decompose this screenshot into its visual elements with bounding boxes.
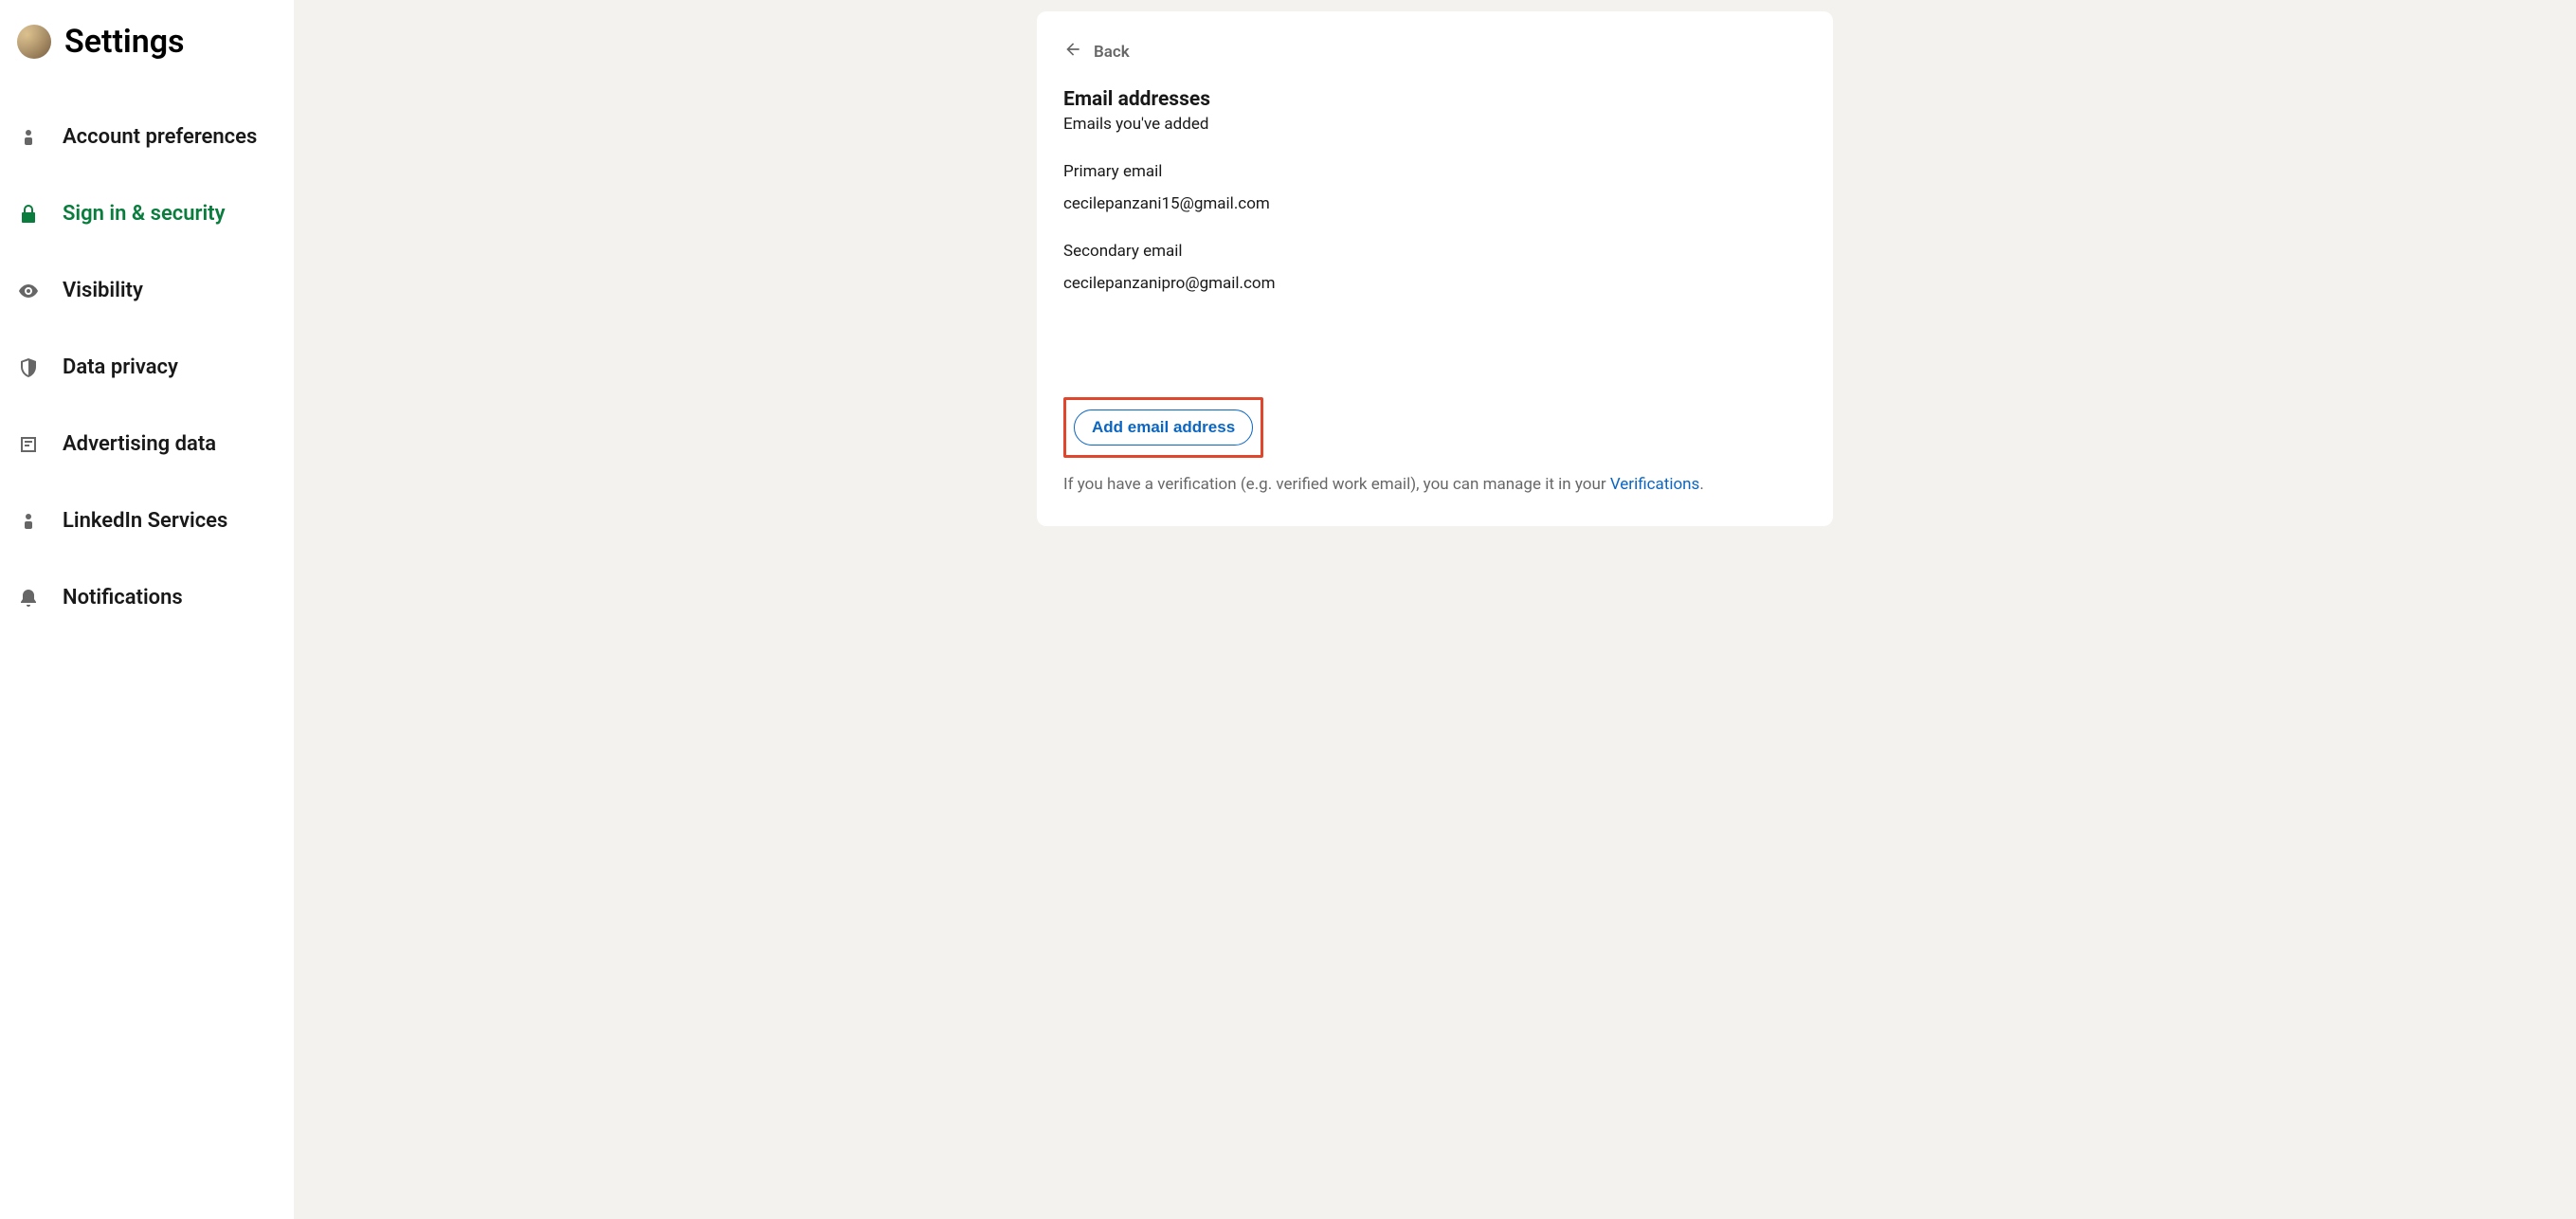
arrow-left-icon xyxy=(1063,40,1082,64)
secondary-email-label: Secondary email xyxy=(1063,242,1806,261)
sidebar-header: Settings xyxy=(0,23,294,83)
eye-icon xyxy=(17,280,40,302)
person-icon xyxy=(17,126,40,149)
verification-note: If you have a verification (e.g. verifie… xyxy=(1063,475,1806,494)
main-content: Back Email addresses Emails you've added… xyxy=(294,0,2576,1219)
section-subtitle: Emails you've added xyxy=(1063,115,1806,134)
settings-sidebar: Settings Account preferences Sign in & s… xyxy=(0,0,294,1219)
sidebar-item-label: Data privacy xyxy=(63,355,178,379)
newspaper-icon xyxy=(17,433,40,456)
email-addresses-card: Back Email addresses Emails you've added… xyxy=(1037,11,1833,526)
sidebar-item-label: Notifications xyxy=(63,586,183,610)
back-label: Back xyxy=(1094,43,1130,62)
sidebar-item-linkedin-services[interactable]: LinkedIn Services xyxy=(0,482,294,559)
sidebar-item-visibility[interactable]: Visibility xyxy=(0,252,294,329)
page-title: Settings xyxy=(64,23,185,61)
primary-email-value: cecilepanzani15@gmail.com xyxy=(1063,194,1806,213)
sidebar-item-label: Advertising data xyxy=(63,432,216,456)
sidebar-item-label: Account preferences xyxy=(63,125,257,149)
person-icon xyxy=(17,510,40,533)
verification-note-suffix: . xyxy=(1699,475,1703,494)
sidebar-item-notifications[interactable]: Notifications xyxy=(0,559,294,636)
sidebar-item-data-privacy[interactable]: Data privacy xyxy=(0,329,294,406)
sidebar-item-label: LinkedIn Services xyxy=(63,509,227,533)
lock-icon xyxy=(17,203,40,226)
highlight-box: Add email address xyxy=(1063,397,1263,458)
shield-icon xyxy=(17,356,40,379)
settings-nav: Account preferences Sign in & security V… xyxy=(0,99,294,636)
sidebar-item-sign-in-security[interactable]: Sign in & security xyxy=(0,175,294,252)
bell-icon xyxy=(17,587,40,610)
add-email-address-button[interactable]: Add email address xyxy=(1074,409,1253,446)
back-button[interactable]: Back xyxy=(1063,40,1130,64)
sidebar-item-advertising-data[interactable]: Advertising data xyxy=(0,406,294,482)
secondary-email-value: cecilepanzanipro@gmail.com xyxy=(1063,274,1806,293)
verifications-link[interactable]: Verifications xyxy=(1610,475,1700,494)
sidebar-item-label: Visibility xyxy=(63,279,143,302)
section-title: Email addresses xyxy=(1063,88,1806,111)
avatar[interactable] xyxy=(17,25,51,59)
sidebar-item-label: Sign in & security xyxy=(63,202,226,226)
primary-email-label: Primary email xyxy=(1063,162,1806,181)
verification-note-prefix: If you have a verification (e.g. verifie… xyxy=(1063,475,1610,494)
sidebar-item-account-preferences[interactable]: Account preferences xyxy=(0,99,294,175)
